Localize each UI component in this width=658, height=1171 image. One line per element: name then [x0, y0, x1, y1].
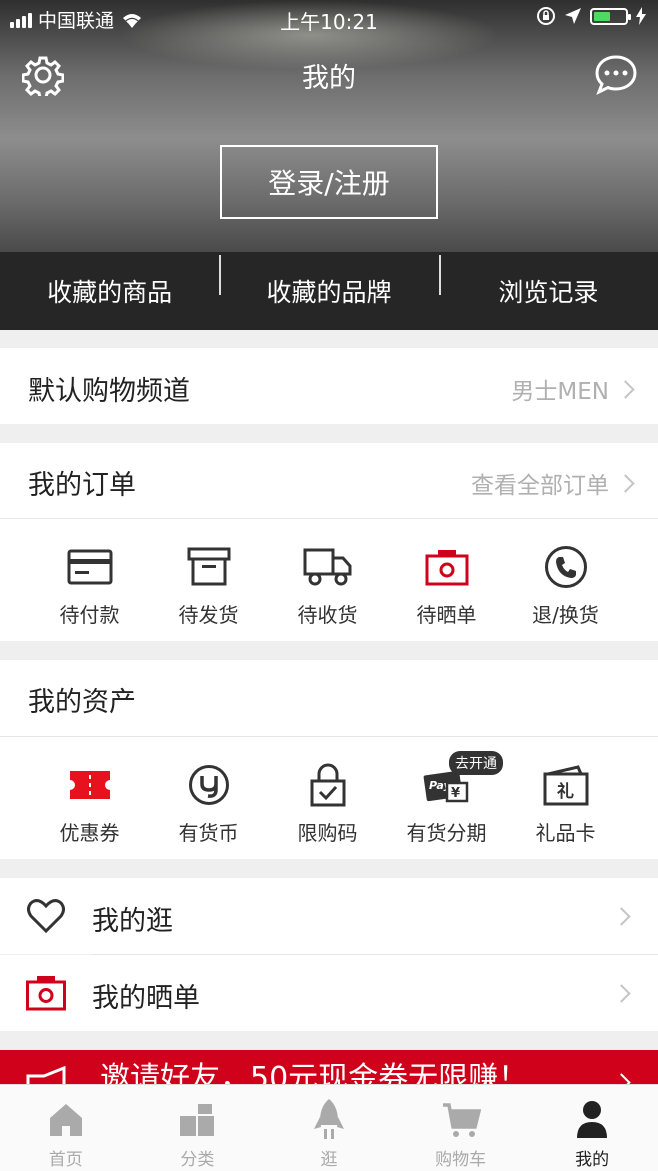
- box-icon: [187, 547, 230, 586]
- order-pending-receipt[interactable]: 待收货: [268, 519, 387, 641]
- asset-item-label: 礼品卡: [535, 821, 596, 845]
- activate-badge: 去开通: [449, 751, 503, 775]
- orders-title: 我的订单: [28, 470, 136, 501]
- my-reviews-row[interactable]: 我的晒单: [0, 955, 658, 1031]
- coin-icon: [188, 765, 229, 805]
- chevron-right-icon: [612, 1073, 631, 1084]
- tab-mine[interactable]: 我的: [526, 1085, 658, 1171]
- orders-header: 我的订单 查看全部订单: [0, 443, 658, 518]
- asset-item-label: 有货币: [178, 821, 239, 845]
- message-icon[interactable]: [594, 54, 638, 96]
- invite-friends-banner[interactable]: 邀请好友，50元现金券无限赚！: [0, 1050, 658, 1084]
- default-channel-value: 男士MEN: [511, 379, 609, 405]
- camera-icon: [425, 550, 468, 586]
- bottom-tab-bar: 首页 分类 逛 购物车 我的: [0, 1084, 658, 1171]
- asset-item-label: 有货分期: [406, 821, 487, 845]
- assets-icon-row: 优惠券 有货币 限购码 Pay ¥ 有货分期 去开通 礼 礼品卡: [0, 737, 658, 859]
- svg-text:礼: 礼: [557, 781, 574, 802]
- browse-history-link[interactable]: 浏览记录: [438, 255, 658, 309]
- orders-icon-row: 待付款 待发货 待收货 待晒单 退/换货: [0, 519, 658, 641]
- tab-label: 分类: [180, 1150, 215, 1170]
- tab-label: 首页: [48, 1150, 83, 1170]
- truck-icon: [303, 548, 351, 586]
- asset-installments[interactable]: Pay ¥ 有货分期 去开通: [387, 737, 506, 859]
- cart-icon: [442, 1103, 481, 1137]
- chevron-right-icon: [612, 984, 631, 1003]
- rocket-icon: [313, 1099, 344, 1139]
- tab-cart[interactable]: 购物车: [395, 1085, 527, 1171]
- assets-header: 我的资产: [0, 660, 658, 736]
- my-browse-label: 我的逛: [92, 906, 173, 937]
- orientation-lock-icon: [537, 7, 555, 25]
- invite-friends-text: 邀请好友，50元现金券无限赚！: [100, 1061, 529, 1085]
- home-icon: [49, 1104, 82, 1136]
- tab-label: 我的: [575, 1150, 610, 1170]
- charging-icon: [636, 7, 646, 25]
- card-icon: [67, 549, 112, 585]
- phone-icon: [544, 546, 587, 588]
- asset-gift-card[interactable]: 礼 礼品卡: [506, 737, 625, 859]
- location-icon: [565, 8, 581, 24]
- view-all-orders-label: 查看全部订单: [471, 473, 609, 499]
- heart-icon: [27, 899, 65, 934]
- my-browse-row[interactable]: 我的逛: [0, 878, 658, 954]
- order-item-label: 待收货: [297, 603, 358, 627]
- favorite-products-link[interactable]: 收藏的商品: [0, 273, 219, 309]
- megaphone-icon: [26, 1066, 66, 1084]
- camera-icon: [26, 976, 66, 1011]
- assets-title: 我的资产: [28, 687, 136, 718]
- my-reviews-label: 我的晒单: [92, 983, 200, 1014]
- order-pending-review[interactable]: 待晒单: [387, 519, 506, 641]
- asset-purchase-code[interactable]: 限购码: [268, 737, 387, 859]
- battery-icon: [590, 7, 631, 25]
- gift-card-icon: 礼: [543, 765, 588, 806]
- order-pending-payment[interactable]: 待付款: [30, 519, 149, 641]
- asset-coins[interactable]: 有货币: [149, 737, 268, 859]
- chevron-right-icon: [612, 907, 631, 926]
- order-return-exchange[interactable]: 退/换货: [506, 519, 625, 641]
- order-item-label: 待付款: [59, 603, 120, 627]
- status-bar: 中国联通 上午10:21: [0, 0, 658, 36]
- tab-explore[interactable]: 逛: [263, 1085, 395, 1171]
- tab-label: 购物车: [435, 1150, 487, 1170]
- tab-label: 逛: [320, 1150, 338, 1170]
- asset-item-label: 限购码: [297, 821, 358, 845]
- asset-coupons[interactable]: 优惠券: [30, 737, 149, 859]
- chevron-right-icon: [616, 473, 635, 493]
- category-icon: [180, 1104, 215, 1136]
- tab-home[interactable]: 首页: [0, 1085, 132, 1171]
- lock-icon: [310, 763, 345, 807]
- tab-category[interactable]: 分类: [132, 1085, 264, 1171]
- default-channel-row[interactable]: 默认购物频道 男士MEN: [0, 348, 658, 424]
- svg-text:¥: ¥: [451, 786, 460, 801]
- coupon-icon: [69, 771, 110, 799]
- page-title: 我的: [302, 63, 356, 94]
- login-register-button[interactable]: 登录/注册: [220, 145, 438, 219]
- order-pending-shipment[interactable]: 待发货: [149, 519, 268, 641]
- user-icon: [577, 1101, 608, 1138]
- order-item-label: 退/换货: [532, 603, 599, 627]
- asset-item-label: 优惠券: [59, 821, 120, 845]
- view-all-orders-link[interactable]: 查看全部订单: [471, 466, 635, 500]
- default-channel-label: 默认购物频道: [28, 376, 190, 407]
- order-item-label: 待发货: [178, 603, 239, 627]
- chevron-right-icon: [616, 379, 635, 399]
- favorites-bar: 收藏的商品 收藏的品牌 浏览记录: [0, 252, 658, 330]
- favorite-brands-link[interactable]: 收藏的品牌: [219, 255, 438, 309]
- order-item-label: 待晒单: [416, 603, 477, 627]
